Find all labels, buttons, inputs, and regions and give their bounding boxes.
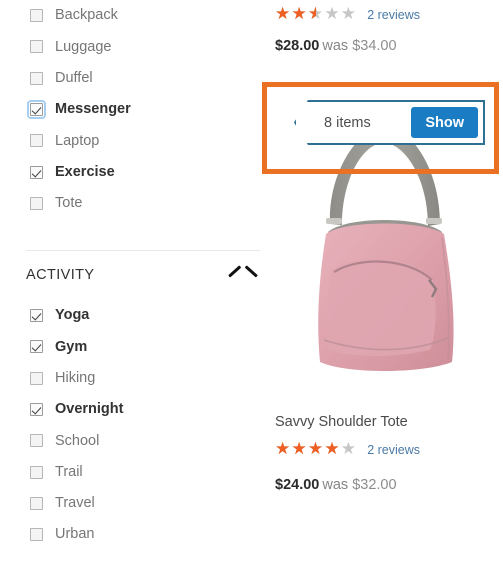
filter-label: Gym	[55, 338, 88, 355]
product-price-top: $28.00 was $34.00	[275, 38, 397, 54]
filter-activity-urban[interactable]: Urban	[0, 519, 262, 550]
filter-label: Hiking	[55, 369, 96, 386]
filter-style-tote[interactable]: Tote	[0, 188, 262, 219]
toolbar-limiter: 8 items Show	[294, 100, 485, 145]
section-divider	[26, 250, 260, 251]
checkbox-school[interactable]	[30, 434, 43, 448]
price-current-bottom: $24.00	[275, 477, 320, 493]
filter-label: Yoga	[55, 307, 90, 324]
filter-style-exercise[interactable]: Exercise	[0, 156, 262, 187]
product-column: ★★★★★ ★★★★★ 2 reviews $28.00was $34.00	[262, 0, 503, 563]
checkbox-gym[interactable]	[30, 340, 43, 354]
filter-label: School	[55, 432, 100, 449]
filter-style-messenger[interactable]: Messenger	[0, 94, 262, 125]
star-rating-fill: ★★★★★	[275, 6, 316, 23]
filter-label: Tote	[55, 195, 83, 212]
checkbox-messenger[interactable]	[27, 100, 46, 120]
filter-label: Urban	[55, 526, 95, 543]
activity-filter-header[interactable]: ACTIVITY	[26, 262, 256, 288]
checkbox-backpack[interactable]	[30, 9, 43, 23]
filter-label: Overnight	[55, 401, 124, 418]
checkbox-overnight[interactable]	[30, 403, 43, 417]
product-rating-bottom: ★★★★★ ★★★★★ 2 reviews	[275, 441, 420, 458]
checkbox-hiking[interactable]	[30, 371, 43, 385]
filter-activity-travel[interactable]: Travel	[0, 488, 262, 519]
activity-filter-list: Yoga Gym Hiking Overnight School Trail Travel U…	[0, 300, 262, 550]
filter-activity-gym[interactable]: Gym	[0, 331, 262, 362]
checkbox-urban[interactable]	[30, 528, 43, 542]
price-was-label-bottom: was	[322, 477, 349, 493]
star-rating-icon: ★★★★★ ★★★★★	[275, 4, 358, 24]
filter-style-luggage[interactable]: Luggage	[0, 31, 262, 62]
activity-filter-title: ACTIVITY	[26, 267, 95, 283]
checkbox-duffel[interactable]	[30, 71, 43, 85]
price-old-top: $34.00	[352, 38, 397, 54]
checkbox-trail[interactable]	[30, 465, 43, 479]
price-old-bottom: $32.00	[352, 477, 397, 493]
filter-activity-yoga[interactable]: Yoga	[0, 300, 262, 331]
checkbox-travel[interactable]	[30, 496, 43, 510]
price-current-top: $28.00	[275, 38, 320, 54]
checkbox-laptop[interactable]	[30, 134, 43, 148]
checkbox-tote[interactable]	[30, 196, 43, 210]
filter-label: Trail	[55, 463, 83, 480]
filter-style-duffel[interactable]: Duffel	[0, 63, 262, 94]
items-per-page-value: 8 items	[324, 114, 371, 131]
filter-label: Laptop	[55, 132, 100, 149]
price-was-label-top: was	[322, 38, 349, 54]
filter-style-laptop[interactable]: Laptop	[0, 125, 262, 156]
product-name-bottom[interactable]: Savvy Shoulder Tote	[275, 414, 408, 430]
filter-label: Travel	[55, 495, 95, 512]
product-price-bottom: $24.00 was $32.00	[275, 477, 397, 493]
style-filter-list: Backpack Luggage Duffel Messenger Laptop Exer…	[0, 0, 262, 219]
reviews-link-bottom[interactable]: 2 reviews	[367, 443, 420, 457]
filter-label: Messenger	[55, 101, 131, 118]
checkbox-yoga[interactable]	[30, 309, 43, 323]
filter-activity-hiking[interactable]: Hiking	[0, 363, 262, 394]
product-rating-top: ★★★★★ ★★★★★ 2 reviews	[275, 6, 420, 23]
filters-sidebar: Backpack Luggage Duffel Messenger Laptop Exer…	[0, 0, 262, 563]
filter-label: Duffel	[55, 69, 93, 86]
checkbox-luggage[interactable]	[30, 40, 43, 54]
filter-label: Exercise	[55, 163, 115, 180]
star-rating-fill: ★★★★★	[275, 441, 341, 458]
filter-activity-school[interactable]: School	[0, 425, 262, 456]
filter-label: Luggage	[55, 38, 112, 55]
show-button[interactable]: Show	[411, 107, 478, 138]
filter-style-backpack[interactable]: Backpack	[0, 0, 262, 31]
filter-activity-overnight[interactable]: Overnight	[0, 394, 262, 425]
filter-label: Backpack	[55, 7, 118, 24]
chevron-up-icon[interactable]	[230, 268, 256, 282]
reviews-link-top[interactable]: 2 reviews	[367, 8, 420, 22]
checkbox-exercise[interactable]	[30, 165, 43, 179]
star-rating-icon: ★★★★★ ★★★★★	[275, 439, 358, 459]
filter-activity-trail[interactable]: Trail	[0, 456, 262, 487]
